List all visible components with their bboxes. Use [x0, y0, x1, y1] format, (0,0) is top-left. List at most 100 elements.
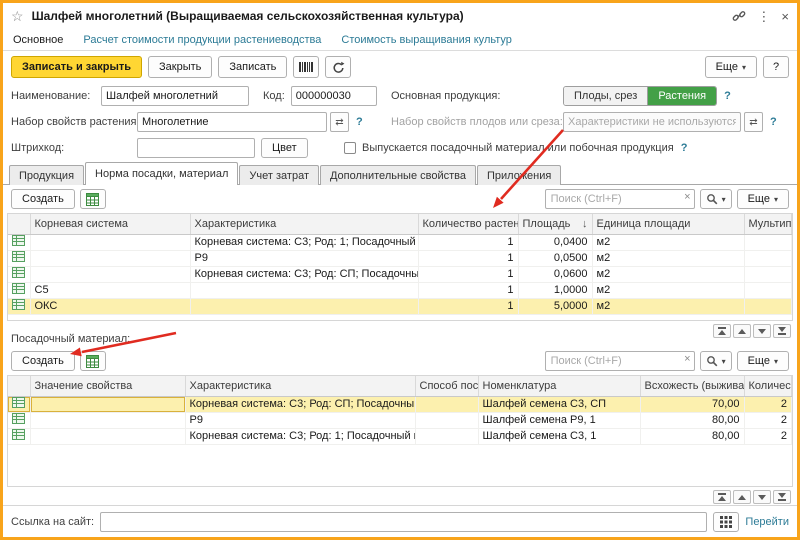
help-button[interactable]: ? — [763, 56, 789, 78]
plant-props-input[interactable] — [137, 112, 327, 132]
header-characteristic[interactable]: Характеристика — [190, 214, 418, 234]
go-first-button[interactable] — [713, 324, 731, 338]
header-property-value[interactable]: Значение свойства — [30, 376, 185, 396]
cell-quantity[interactable]: 1 — [418, 282, 518, 298]
cell-unit[interactable]: м2 — [592, 298, 744, 314]
search-input[interactable] — [545, 351, 695, 371]
search-options-button[interactable]: ▾ — [700, 189, 732, 209]
search-input[interactable] — [545, 189, 695, 209]
cell-area[interactable]: 0,0600 — [518, 266, 592, 282]
cell-quantity[interactable]: 2 — [744, 428, 792, 444]
cell-root-system[interactable] — [30, 234, 190, 250]
cell-nomenclature[interactable]: Шалфей семена С3, 1 — [478, 428, 640, 444]
clear-search-icon[interactable]: × — [684, 191, 690, 203]
cell-unit[interactable]: м2 — [592, 250, 744, 266]
cell-area[interactable]: 0,0400 — [518, 234, 592, 250]
cell-quantity[interactable]: 1 — [418, 298, 518, 314]
cell-property-value[interactable] — [30, 428, 185, 444]
cell-germination[interactable]: 70,00 — [640, 396, 744, 412]
code-input[interactable] — [291, 86, 377, 106]
cell-characteristic[interactable]: Корневая система: С3; Род: СП; Посадочны… — [185, 396, 415, 412]
barcode-input[interactable] — [137, 138, 255, 158]
cell-characteristic[interactable]: Корневая система: С3; Род: 1; Посадочный… — [185, 428, 415, 444]
cell-characteristic[interactable]: Корневая система: С3; Род: 1; Посадочный… — [190, 234, 418, 250]
clear-search-icon[interactable]: × — [684, 353, 690, 365]
go-last-button[interactable] — [773, 324, 791, 338]
table-row[interactable]: Корневая система: С3; Род: СП; Посадочны… — [8, 266, 792, 282]
name-input[interactable] — [101, 86, 249, 106]
list-settings-button[interactable] — [80, 351, 106, 371]
cell-characteristic[interactable]: Корневая система: С3; Род: СП; Посадочны… — [190, 266, 418, 282]
cell-area[interactable]: 0,0500 — [518, 250, 592, 266]
toggle-option-plants[interactable]: Растения — [648, 87, 716, 105]
cell-planting-method[interactable] — [415, 412, 478, 428]
menu-kebab-icon[interactable]: ⋮ — [757, 10, 770, 23]
help-icon[interactable]: ? — [681, 142, 688, 154]
site-link-input[interactable] — [100, 512, 707, 532]
table-row[interactable]: Р9 1 0,0500 м2 — [8, 250, 792, 266]
cell-root-system[interactable]: С5 — [30, 282, 190, 298]
close-button[interactable]: Закрыть — [148, 56, 212, 78]
go-first-button[interactable] — [713, 490, 731, 504]
more-button[interactable]: Еще ▾ — [705, 56, 757, 78]
cell-germination[interactable]: 80,00 — [640, 428, 744, 444]
cell-multiplates[interactable] — [744, 298, 792, 314]
nav-item-main[interactable]: Основное — [13, 34, 63, 46]
search-options-button[interactable]: ▾ — [700, 351, 732, 371]
header-nomenclature[interactable]: Номенклатура — [478, 376, 640, 396]
cell-property-value[interactable] — [30, 396, 185, 412]
cell-area[interactable]: 5,0000 — [518, 298, 592, 314]
table-row[interactable]: Корневая система: С3; Род: 1; Посадочный… — [8, 234, 792, 250]
header-quantity[interactable]: Количест... — [744, 376, 792, 396]
go-up-button[interactable] — [733, 324, 751, 338]
more-button[interactable]: Еще ▾ — [737, 189, 789, 209]
cell-quantity[interactable]: 2 — [744, 396, 792, 412]
header-unit[interactable]: Единица площади — [592, 214, 744, 234]
go-last-button[interactable] — [773, 490, 791, 504]
tab-planting-norm[interactable]: Норма посадки, материал — [85, 162, 238, 185]
cell-quantity[interactable]: 1 — [418, 250, 518, 266]
go-to-site-link[interactable]: Перейти — [745, 516, 789, 528]
cell-multiplates[interactable] — [744, 282, 792, 298]
cell-germination[interactable]: 80,00 — [640, 412, 744, 428]
create-button[interactable]: Создать — [11, 351, 75, 371]
toggle-option-fruits[interactable]: Плоды, срез — [564, 87, 648, 105]
color-button[interactable]: Цвет — [261, 138, 308, 158]
cell-multiplates[interactable] — [744, 234, 792, 250]
qr-button[interactable] — [713, 512, 739, 532]
cell-characteristic[interactable]: Р9 — [190, 250, 418, 266]
cell-unit[interactable]: м2 — [592, 234, 744, 250]
refresh-button[interactable] — [325, 56, 351, 78]
get-link-icon[interactable] — [732, 10, 746, 23]
go-down-button[interactable] — [753, 490, 771, 504]
close-icon[interactable]: × — [781, 10, 789, 23]
cell-root-system[interactable] — [30, 250, 190, 266]
cell-root-system[interactable] — [30, 266, 190, 282]
go-up-button[interactable] — [733, 490, 751, 504]
cell-nomenclature[interactable]: Шалфей семена С3, СП — [478, 396, 640, 412]
help-icon[interactable]: ? — [770, 116, 777, 128]
cell-unit[interactable]: м2 — [592, 282, 744, 298]
go-down-button[interactable] — [753, 324, 771, 338]
nav-link-growing-cost[interactable]: Стоимость выращивания культур — [341, 34, 512, 46]
favorite-star-icon[interactable]: ☆ — [11, 8, 24, 25]
cell-quantity[interactable]: 2 — [744, 412, 792, 428]
cell-area[interactable]: 1,0000 — [518, 282, 592, 298]
nav-link-cost-calc[interactable]: Расчет стоимости продукции растениеводст… — [83, 34, 321, 46]
cell-multiplates[interactable] — [744, 250, 792, 266]
cell-planting-method[interactable] — [415, 396, 478, 412]
list-settings-button[interactable] — [80, 189, 106, 209]
barcode-button[interactable] — [293, 56, 319, 78]
cell-quantity[interactable]: 1 — [418, 266, 518, 282]
header-multiplates[interactable]: Мультиплаты — [744, 214, 792, 234]
tab-additional-properties[interactable]: Дополнительные свойства — [320, 165, 476, 185]
cell-nomenclature[interactable]: Шалфей семена Р9, 1 — [478, 412, 640, 428]
create-button[interactable]: Создать — [11, 189, 75, 209]
header-planting-method[interactable]: Способ поса... — [415, 376, 478, 396]
header-characteristic[interactable]: Характеристика — [185, 376, 415, 396]
cell-characteristic[interactable]: Р9 — [185, 412, 415, 428]
cell-property-value[interactable] — [30, 412, 185, 428]
cell-root-system[interactable]: ОКС — [30, 298, 190, 314]
save-close-button[interactable]: Записать и закрыть — [11, 56, 142, 78]
header-quantity[interactable]: Количество растений — [418, 214, 518, 234]
